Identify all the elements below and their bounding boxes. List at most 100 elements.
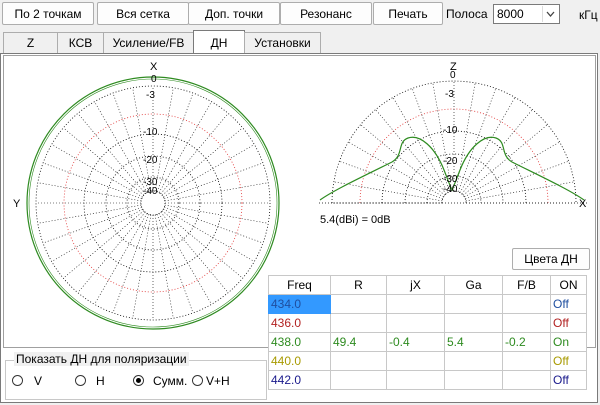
ring-label-0: 0 bbox=[151, 74, 157, 85]
table-cell-on[interactable]: Off bbox=[550, 370, 587, 390]
azimuth-grid-spoke bbox=[164, 206, 264, 244]
radio-sum[interactable] bbox=[133, 375, 144, 386]
radio-v[interactable] bbox=[12, 375, 23, 386]
table-cell-r[interactable] bbox=[330, 370, 387, 390]
elevation-grid-spoke bbox=[461, 109, 533, 195]
tab-swr[interactable]: КСВ bbox=[57, 32, 104, 53]
table-cell-freq[interactable]: 442.0 bbox=[268, 370, 331, 390]
table-cell-jx[interactable]: -0.4 bbox=[386, 332, 445, 352]
azimuth-grid-spoke bbox=[156, 214, 194, 314]
table-cell-on[interactable]: Off bbox=[550, 351, 587, 371]
radio-h[interactable] bbox=[75, 375, 86, 386]
chevron-down-icon[interactable] bbox=[542, 6, 558, 22]
elevation-grid-spoke bbox=[360, 124, 446, 196]
resonance-button[interactable]: Резонанс bbox=[280, 2, 372, 25]
el-ring-label-40: -40 bbox=[443, 184, 458, 195]
table-cell-freq[interactable]: 434.0 bbox=[268, 294, 331, 314]
table-cell-on[interactable]: On bbox=[550, 332, 587, 352]
ring-label-3: -3 bbox=[146, 90, 155, 101]
table-cell-fb[interactable] bbox=[502, 351, 551, 371]
table-cell-jx[interactable] bbox=[386, 313, 445, 333]
radio-v-label: V bbox=[34, 374, 43, 388]
whole-grid-button[interactable]: Вся сетка bbox=[97, 2, 189, 25]
table-cell-fb[interactable]: -0.2 bbox=[502, 332, 551, 352]
table-cell-fb[interactable] bbox=[502, 294, 551, 314]
col-header-on[interactable]: ON bbox=[550, 275, 587, 295]
table-cell-ga[interactable] bbox=[444, 351, 503, 371]
table-cell-r[interactable]: 49.4 bbox=[330, 332, 387, 352]
table-row[interactable]: 442.0 Off bbox=[268, 370, 587, 390]
table-cell-ga[interactable]: 5.4 bbox=[444, 332, 503, 352]
col-header-ga[interactable]: Ga bbox=[444, 275, 503, 295]
band-label: Полоса bbox=[446, 7, 488, 21]
azimuth-grid-spoke bbox=[112, 214, 150, 314]
table-row[interactable]: 434.0 Off bbox=[268, 294, 587, 314]
pattern-colors-button[interactable]: Цвета ДН bbox=[512, 248, 590, 270]
azimuth-grid-spoke bbox=[156, 92, 194, 192]
azimuth-grid-spoke bbox=[154, 214, 174, 319]
azimuth-grid-spoke bbox=[154, 87, 174, 192]
ring-label-40: -40 bbox=[143, 186, 158, 197]
col-header-r[interactable]: R bbox=[330, 275, 387, 295]
extra-points-button[interactable]: Доп. точки bbox=[188, 2, 280, 25]
by-two-points-button[interactable]: По 2 точкам bbox=[2, 2, 94, 25]
el-ring-label-10: -10 bbox=[443, 125, 458, 136]
table-cell-fb[interactable] bbox=[502, 313, 551, 333]
band-value: 8000 bbox=[497, 7, 524, 21]
col-header-fb[interactable]: F/B bbox=[502, 275, 551, 295]
table-cell-jx[interactable] bbox=[386, 294, 445, 314]
table-cell-jx[interactable] bbox=[386, 351, 445, 371]
radio-v-plus-h[interactable] bbox=[192, 375, 203, 386]
azimuth-grid-spoke bbox=[63, 210, 145, 279]
elevation-grid-spoke bbox=[462, 124, 548, 196]
polarization-title: Показать ДН для поляризации bbox=[14, 352, 189, 366]
gain-reference-note: 5.4(dBi) = 0dB bbox=[320, 214, 391, 226]
elevation-grid-spoke bbox=[375, 109, 447, 195]
table-cell-fb[interactable] bbox=[502, 370, 551, 390]
table-cell-r[interactable] bbox=[330, 313, 387, 333]
table-cell-r[interactable] bbox=[330, 351, 387, 371]
azimuth-grid-spoke bbox=[63, 127, 145, 196]
elevation-right-axis-label: X bbox=[579, 198, 587, 210]
table-row[interactable]: 438.0 49.4 -0.4 5.4 -0.2 On bbox=[268, 332, 587, 352]
radio-sum-label: Сумм. bbox=[153, 374, 188, 388]
el-ring-label-0: 0 bbox=[450, 70, 456, 81]
table-cell-ga[interactable] bbox=[444, 370, 503, 390]
table-cell-ga[interactable] bbox=[444, 294, 503, 314]
table-cell-freq[interactable]: 438.0 bbox=[268, 332, 331, 352]
col-header-freq[interactable]: Freq bbox=[268, 275, 331, 295]
elevation-polar-chart: Z X 0 -3 -10 -20 -30 -40 5.4(dBi) = 0dB bbox=[319, 61, 589, 226]
table-cell-ga[interactable] bbox=[444, 313, 503, 333]
band-unit: кГц bbox=[579, 8, 598, 22]
table-cell-freq[interactable]: 440.0 bbox=[268, 351, 331, 371]
azimuth-grid-spoke bbox=[163, 208, 255, 262]
elevation-grid-spoke bbox=[459, 97, 516, 193]
azimuth-grid-spoke bbox=[51, 144, 143, 198]
band-select[interactable]: 8000 bbox=[493, 4, 560, 24]
azimuth-grid-spoke bbox=[161, 210, 243, 279]
tab-pattern[interactable]: ДН bbox=[193, 30, 245, 54]
frequency-table: Freq R jX Ga F/B ON 434.0 Off 436.0 Off 438.… bbox=[268, 275, 587, 390]
tab-settings[interactable]: Установки bbox=[244, 32, 321, 53]
azimuth-grid-spoke bbox=[77, 211, 146, 293]
azimuth-grid-spoke bbox=[132, 214, 152, 319]
table-cell-jx[interactable] bbox=[386, 370, 445, 390]
azimuth-grid-spoke bbox=[37, 204, 142, 224]
print-button[interactable]: Печать bbox=[373, 2, 443, 25]
table-cell-r[interactable] bbox=[330, 294, 387, 314]
table-row[interactable]: 440.0 Off bbox=[268, 351, 587, 371]
azimuth-left-axis-label: Y bbox=[13, 198, 21, 210]
table-cell-freq[interactable]: 436.0 bbox=[268, 313, 331, 333]
table-cell-on[interactable]: Off bbox=[550, 313, 587, 333]
azimuth-grid-spoke bbox=[160, 211, 229, 293]
tab-z[interactable]: Z bbox=[3, 32, 58, 53]
azimuth-grid-spoke bbox=[164, 182, 269, 202]
azimuth-grid-spoke bbox=[51, 208, 143, 262]
azimuth-grid-spoke bbox=[160, 113, 229, 195]
table-cell-on[interactable]: Off bbox=[550, 294, 587, 314]
tab-gain-fb[interactable]: Усиление/FB bbox=[103, 32, 194, 53]
azimuth-grid-spoke bbox=[42, 162, 142, 200]
col-header-jx[interactable]: jX bbox=[386, 275, 445, 295]
table-row[interactable]: 436.0 Off bbox=[268, 313, 587, 333]
el-ring-label-3: -3 bbox=[445, 89, 454, 100]
